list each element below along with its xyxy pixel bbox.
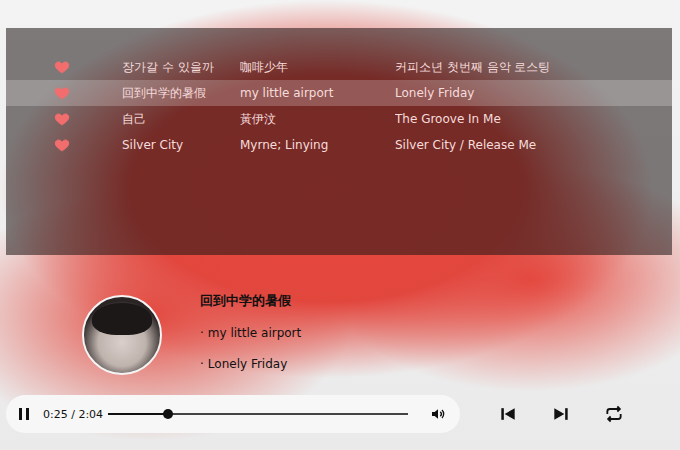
track-artist: Myrne; Linying bbox=[240, 138, 395, 152]
track-album: Silver City / Release Me bbox=[395, 138, 672, 152]
previous-icon[interactable] bbox=[498, 404, 518, 424]
track-album: 커피소년 첫번째 음악 로스팅 bbox=[395, 59, 672, 76]
track-title: Silver City bbox=[122, 138, 240, 152]
track-row[interactable]: 自己黃伊汶The Groove In Me bbox=[6, 106, 672, 132]
playlist-panel: 장가갈 수 있을까咖啡少年커피소년 첫번째 음악 로스팅回到中学的暑假my li… bbox=[6, 28, 672, 255]
heart-icon[interactable] bbox=[54, 111, 70, 127]
track-title: 回到中学的暑假 bbox=[122, 85, 240, 102]
now-playing-artist: ·my little airport bbox=[200, 324, 301, 342]
track-artist: 黃伊汶 bbox=[240, 111, 395, 128]
track-title: 自己 bbox=[122, 111, 240, 128]
next-icon[interactable] bbox=[551, 404, 571, 424]
track-album: Lonely Friday bbox=[395, 86, 672, 100]
track-title: 장가갈 수 있을까 bbox=[122, 59, 240, 76]
heart-icon[interactable] bbox=[54, 137, 70, 153]
track-artist: 咖啡少年 bbox=[240, 59, 395, 76]
playback-bar: 0:25 / 2:04 bbox=[6, 395, 460, 433]
now-playing: 回到中学的暑假 ·my little airport ·Lonely Friday bbox=[0, 293, 680, 375]
track-artist: my little airport bbox=[240, 86, 395, 100]
heart-icon[interactable] bbox=[54, 85, 70, 101]
progress-slider[interactable] bbox=[108, 413, 408, 415]
now-playing-album: ·Lonely Friday bbox=[200, 355, 301, 373]
now-playing-title: 回到中学的暑假 bbox=[200, 291, 301, 311]
track-row[interactable]: Silver CityMyrne; LinyingSilver City / R… bbox=[6, 132, 672, 158]
music-player: 장가갈 수 있을까咖啡少年커피소년 첫번째 음악 로스팅回到中学的暑假my li… bbox=[0, 0, 680, 450]
slider-knob[interactable] bbox=[163, 409, 173, 419]
track-row[interactable]: 장가갈 수 있을까咖啡少年커피소년 첫번째 음악 로스팅 bbox=[6, 54, 672, 80]
track-album: The Groove In Me bbox=[395, 112, 672, 126]
time-display: 0:25 / 2:04 bbox=[43, 408, 107, 421]
album-cover bbox=[82, 295, 162, 375]
repeat-icon[interactable] bbox=[604, 404, 624, 424]
volume-icon[interactable] bbox=[430, 406, 446, 422]
heart-icon[interactable] bbox=[54, 59, 70, 75]
track-row[interactable]: 回到中学的暑假my little airportLonely Friday bbox=[6, 80, 672, 106]
pause-icon[interactable] bbox=[18, 407, 30, 421]
